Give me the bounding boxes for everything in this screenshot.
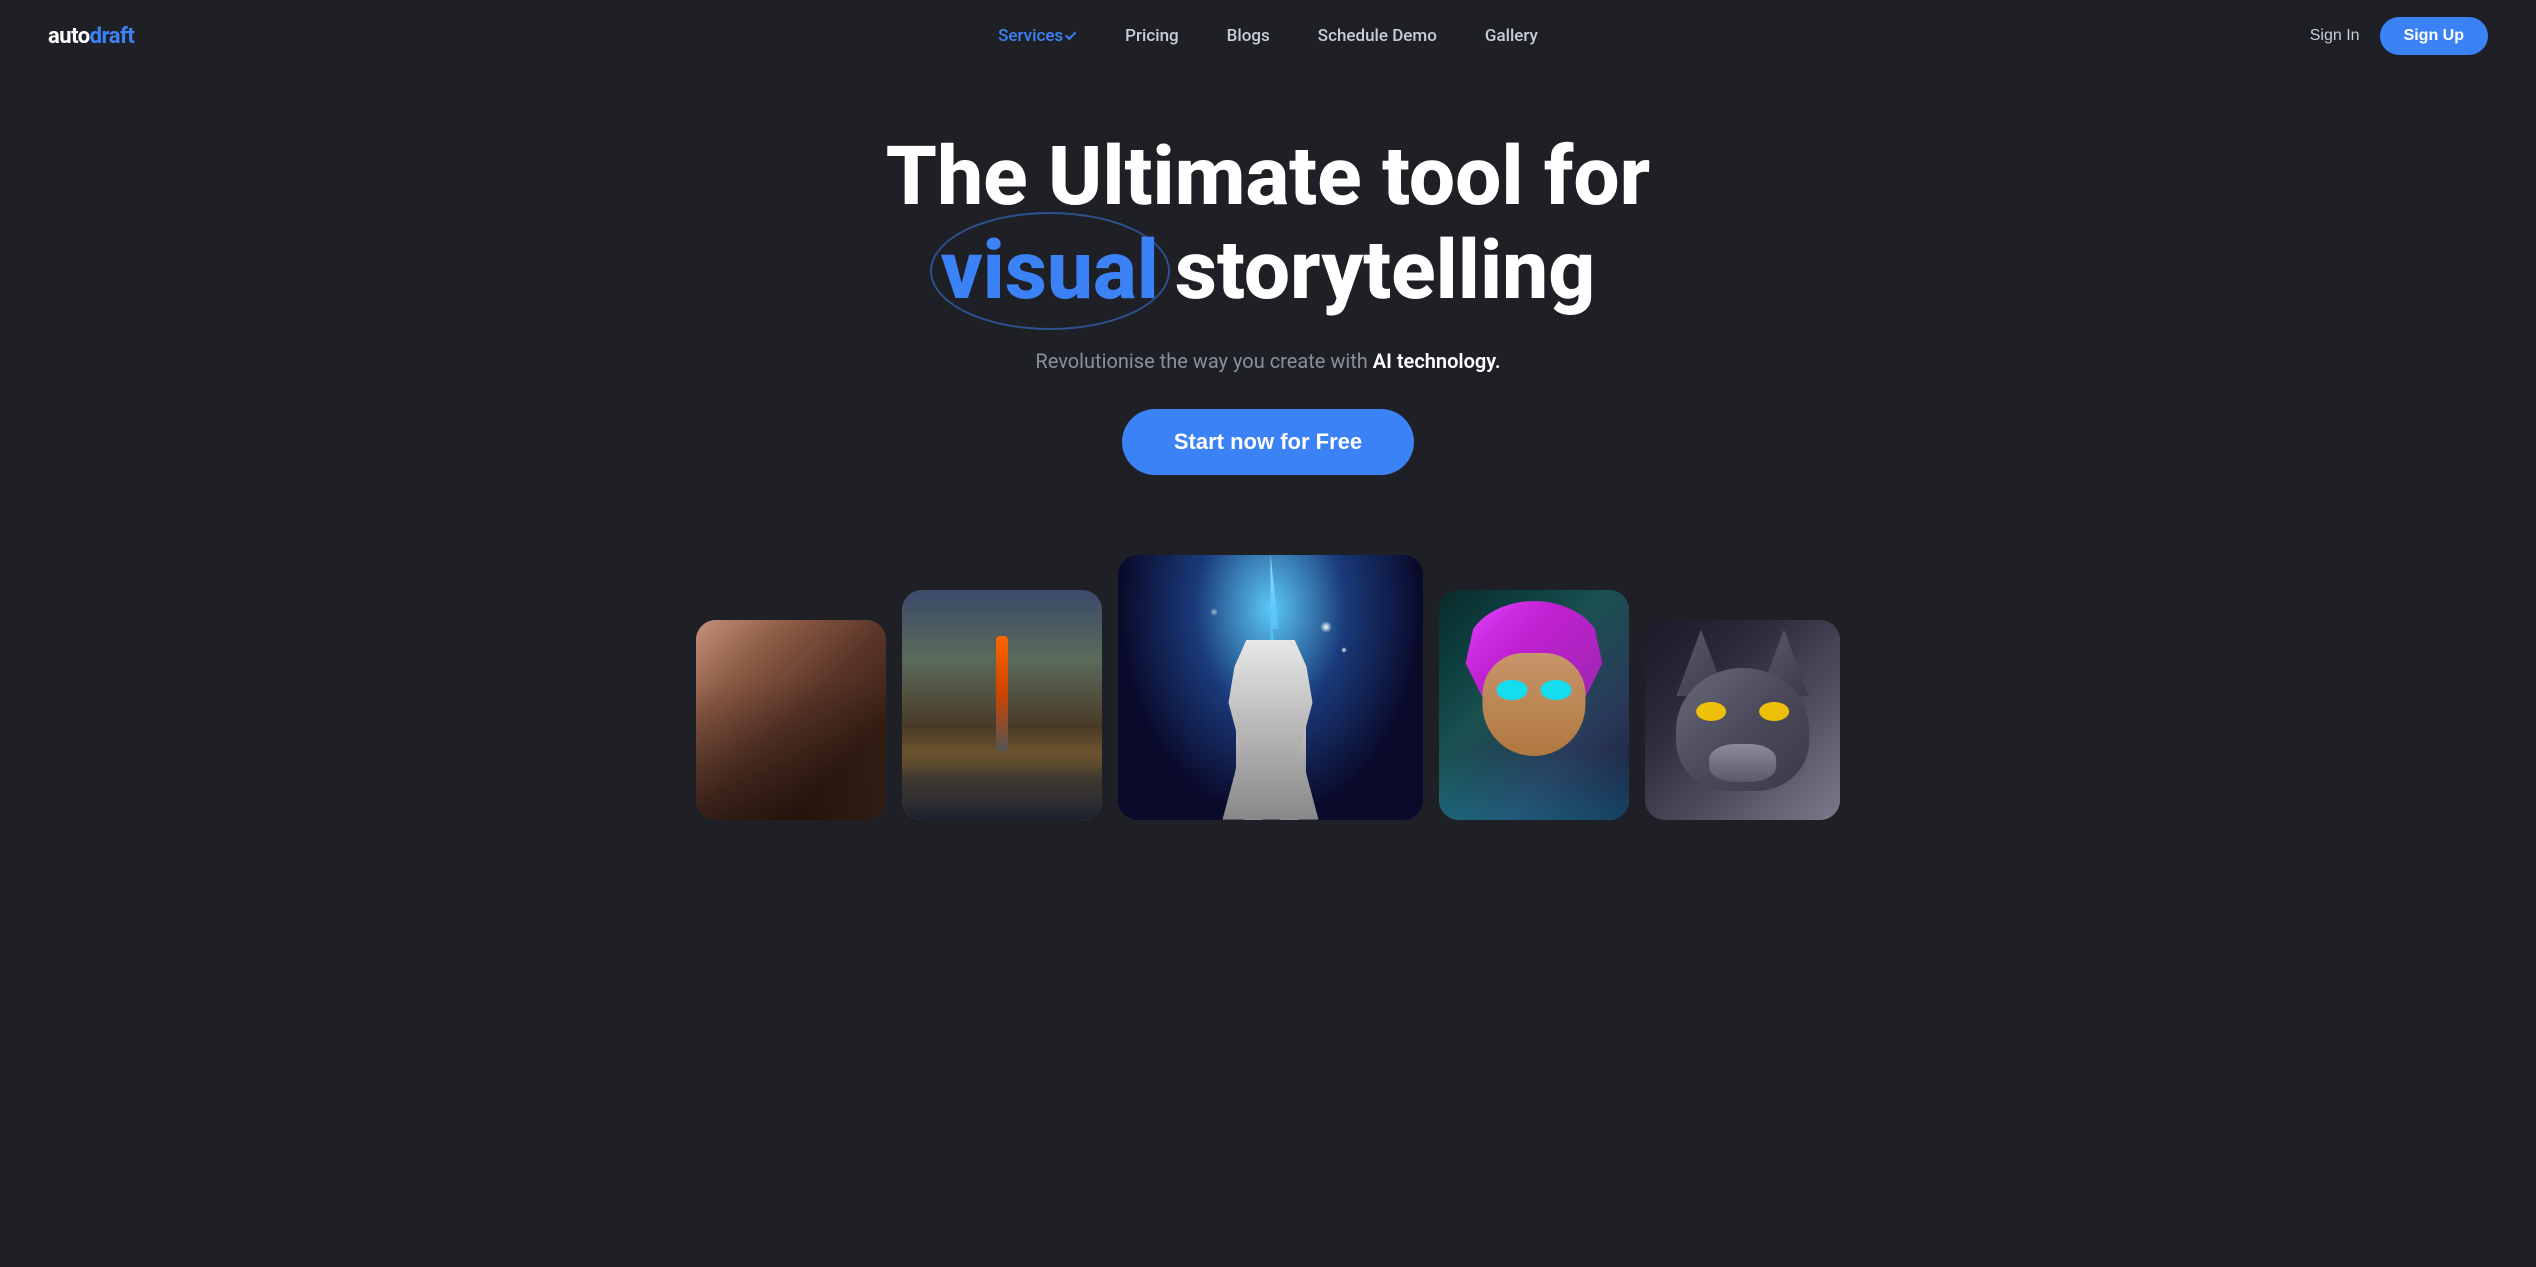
nav-links: Services Pricing Blogs Schedule Demo Gal…	[998, 26, 1538, 46]
spark-decoration-3	[1210, 608, 1218, 616]
hero-section: The Ultimate tool for visual storytellin…	[0, 72, 2536, 495]
hero-subtitle: Revolutionise the way you create with AI…	[20, 349, 2516, 373]
sign-up-button[interactable]: Sign Up	[2380, 17, 2488, 55]
nav-item-blogs[interactable]: Blogs	[1227, 26, 1270, 46]
nav-link-services[interactable]: Services	[998, 26, 1077, 46]
nav-item-schedule-demo[interactable]: Schedule Demo	[1318, 26, 1437, 46]
chevron-down-icon	[1065, 29, 1076, 40]
nav-link-pricing[interactable]: Pricing	[1125, 26, 1179, 46]
hero-title-line2: visual storytelling	[20, 222, 2516, 320]
nav-auth: Sign In Sign Up	[2310, 17, 2488, 55]
logo-draft: draft	[90, 24, 135, 49]
hero-subtitle-highlight: AI technology.	[1373, 349, 1501, 373]
nav-item-gallery[interactable]: Gallery	[1485, 26, 1538, 46]
gallery-section	[0, 495, 2536, 820]
hero-storytelling-word: storytelling	[1175, 222, 1595, 320]
sign-in-button[interactable]: Sign In	[2310, 27, 2360, 45]
navbar: autodraft Services Pricing Blogs Schedul…	[0, 0, 2536, 72]
logo[interactable]: autodraft	[48, 24, 134, 49]
cta-button[interactable]: Start now for Free	[1122, 409, 1414, 475]
gallery-card-wolf	[1645, 620, 1840, 820]
nav-item-pricing[interactable]: Pricing	[1125, 26, 1179, 46]
gallery-card-old-man	[696, 620, 886, 820]
hero-title-line1: The Ultimate tool for	[20, 132, 2516, 222]
gallery-card-anime	[1439, 590, 1629, 820]
logo-auto: auto	[48, 24, 90, 49]
hero-visual-word: visual	[941, 222, 1159, 320]
gallery-card-astronaut	[1118, 555, 1423, 820]
nav-item-services[interactable]: Services	[998, 26, 1077, 46]
spark-decoration-1	[1320, 621, 1332, 633]
nav-link-gallery[interactable]: Gallery	[1485, 26, 1538, 46]
gallery-card-lighthouse	[902, 590, 1102, 820]
nav-link-schedule-demo[interactable]: Schedule Demo	[1318, 26, 1437, 46]
nav-link-blogs[interactable]: Blogs	[1227, 26, 1270, 46]
